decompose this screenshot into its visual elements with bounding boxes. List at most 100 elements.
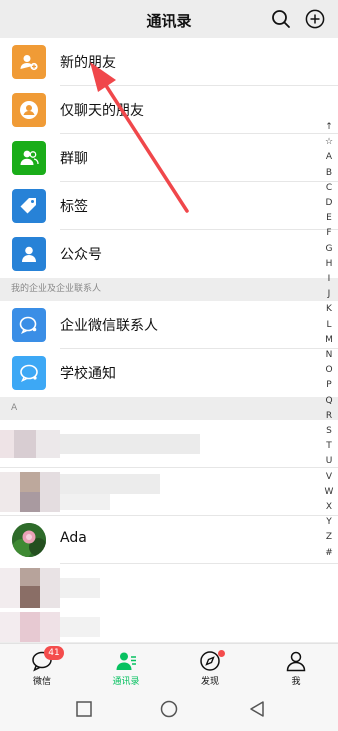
index-letter[interactable]: H (322, 257, 336, 272)
pixelated-name (60, 617, 100, 637)
pixelated-name (60, 578, 100, 598)
school-notice-icon (12, 356, 46, 390)
pixelated-avatar (40, 568, 60, 608)
contact-row-ada[interactable]: Ada (0, 516, 338, 564)
pixelated-name (60, 494, 110, 510)
contacts-icon (116, 652, 136, 670)
index-letter[interactable]: G (322, 242, 336, 257)
index-letter[interactable]: M (322, 333, 336, 348)
index-letter[interactable]: V (322, 470, 336, 485)
index-letter[interactable]: ↑ (322, 120, 336, 135)
group-chats-label: 群聊 (60, 151, 88, 167)
school-notice-row[interactable]: 学校通知 (0, 349, 338, 397)
official-accounts-row[interactable]: 公众号 (0, 230, 338, 278)
index-letter[interactable]: E (322, 211, 336, 226)
add-icon[interactable] (305, 9, 325, 29)
index-letter[interactable]: J (322, 287, 336, 302)
pixelated-avatar (40, 472, 60, 512)
pixelated-avatar (14, 430, 36, 458)
index-letter[interactable]: D (322, 196, 336, 211)
index-letter[interactable]: I (322, 272, 336, 287)
contact-name: Ada (60, 530, 87, 546)
chat-only-friends-label: 仅聊天的朋友 (60, 103, 144, 119)
tab-chats[interactable]: 41 微信 (0, 644, 84, 689)
tab-me[interactable]: 我 (254, 644, 338, 689)
top-bar: 通讯录 (0, 0, 338, 38)
contact-row[interactable] (0, 468, 338, 516)
enterprise-contacts-row[interactable]: 企业微信联系人 (0, 301, 338, 349)
pixelated-avatar (20, 586, 40, 608)
pixelated-avatar (0, 568, 20, 608)
tab-label: 发现 (200, 677, 219, 687)
index-letter[interactable]: R (322, 409, 336, 424)
tags-row[interactable]: 标签 (0, 182, 338, 230)
unread-badge: 41 (44, 646, 64, 660)
school-notice-label: 学校通知 (60, 366, 116, 382)
group-chat-icon (12, 141, 46, 175)
enterprise-wechat-icon (12, 308, 46, 342)
tab-label: 微信 (32, 677, 51, 687)
enterprise-section-header: 我的企业及企业联系人 (0, 278, 338, 301)
index-letter[interactable]: O (322, 363, 336, 378)
tab-contacts[interactable]: 通讯录 (84, 644, 168, 689)
tab-label: 我 (291, 677, 301, 687)
index-letter[interactable]: X (322, 500, 336, 515)
tab-label: 通讯录 (112, 677, 140, 687)
index-letter[interactable]: ☆ (322, 135, 336, 150)
official-account-icon (12, 237, 46, 271)
chat-only-friends-row[interactable]: 仅聊天的朋友 (0, 86, 338, 134)
index-letter[interactable]: Z (322, 530, 336, 545)
pixelated-avatar (0, 472, 20, 512)
tag-icon (12, 189, 46, 223)
index-letter[interactable]: N (322, 348, 336, 363)
avatar (12, 523, 46, 557)
contact-row[interactable] (0, 612, 338, 642)
group-chats-row[interactable]: 群聊 (0, 134, 338, 182)
index-letter[interactable]: Y (322, 515, 336, 530)
index-letter[interactable]: F (322, 226, 336, 241)
tab-discover[interactable]: 发现 (168, 644, 252, 689)
back-icon[interactable] (248, 700, 266, 718)
pixelated-avatar (20, 472, 40, 492)
index-letter[interactable]: L (322, 318, 336, 333)
notification-dot (218, 650, 225, 657)
pixelated-avatar (20, 492, 40, 512)
index-letter[interactable]: B (322, 166, 336, 181)
letter-section-header: A (0, 397, 338, 420)
new-friends-row[interactable]: 新的朋友 (0, 38, 338, 86)
alphabet-index[interactable]: ↑ ☆ A B C D E F G H I J K L M N O P Q R S T U V W X Y Z # (322, 120, 336, 561)
pixelated-avatar (20, 568, 40, 586)
pixelated-avatar (36, 430, 60, 458)
add-friend-icon (12, 45, 46, 79)
index-letter[interactable]: U (322, 454, 336, 469)
pixelated-name (60, 474, 160, 494)
index-letter[interactable]: K (322, 302, 336, 317)
index-letter[interactable]: # (322, 546, 336, 561)
index-letter[interactable]: C (322, 181, 336, 196)
person-icon (286, 651, 306, 672)
bottom-tab-bar: 41 微信 通讯录 发现 我 (0, 643, 338, 688)
search-icon[interactable] (271, 9, 291, 29)
pixelated-avatar (0, 430, 14, 458)
index-letter[interactable]: Q (322, 394, 336, 409)
index-letter[interactable]: T (322, 439, 336, 454)
official-accounts-label: 公众号 (60, 247, 102, 263)
new-friends-label: 新的朋友 (60, 55, 116, 71)
index-letter[interactable]: W (322, 485, 336, 500)
enterprise-contacts-label: 企业微信联系人 (60, 318, 158, 334)
tags-label: 标签 (60, 199, 88, 215)
pixelated-avatar (20, 612, 40, 642)
system-nav-bar (0, 688, 338, 731)
pixelated-avatar (0, 612, 20, 642)
index-letter[interactable]: P (322, 378, 336, 393)
index-letter[interactable]: A (322, 150, 336, 165)
contact-row[interactable] (0, 420, 338, 468)
chat-only-friend-icon (12, 93, 46, 127)
contact-row[interactable] (0, 564, 338, 612)
recent-apps-icon[interactable] (75, 700, 93, 718)
home-icon[interactable] (160, 700, 178, 718)
pixelated-avatar (40, 612, 60, 642)
index-letter[interactable]: S (322, 424, 336, 439)
contacts-list: 新的朋友 仅聊天的朋友 群聊 标签 公众号 我的企业及企业联系人 企业微信联系人… (0, 38, 338, 642)
pixelated-name (60, 434, 200, 454)
